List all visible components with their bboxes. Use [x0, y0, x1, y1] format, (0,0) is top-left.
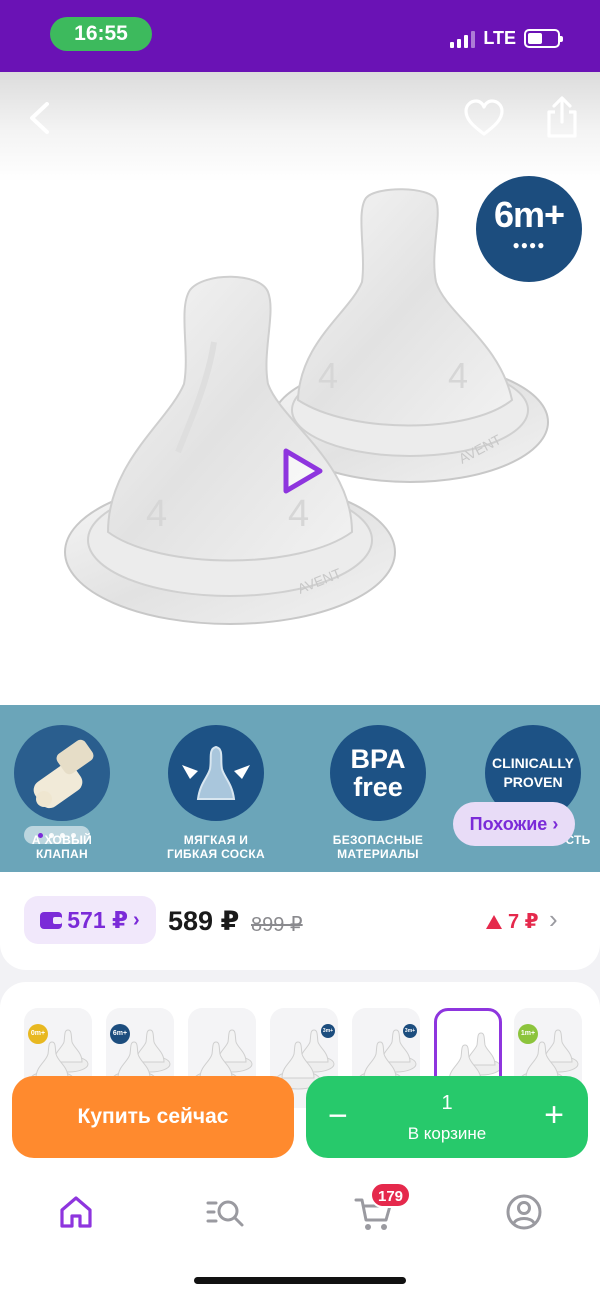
- increase-quantity-button[interactable]: +: [544, 1097, 564, 1133]
- feature-bpa-free: BPA free БЕЗОПАСНЫЕ МАТЕРИАЛЫ: [310, 725, 446, 861]
- home-indicator: [194, 1277, 406, 1284]
- battery-icon: [524, 29, 563, 48]
- wallet-price-button[interactable]: 571 ₽ ›: [24, 896, 156, 944]
- price-change[interactable]: 7 ₽: [486, 909, 539, 934]
- status-indicators: LTE: [450, 28, 563, 49]
- free-text: free: [353, 772, 403, 802]
- page-dot-active: [38, 832, 43, 838]
- page-dot: [49, 832, 54, 838]
- feature-bpa-caption-2: МАТЕРИАЛЫ: [337, 847, 419, 861]
- age-badge-text: 6m+: [493, 194, 565, 235]
- status-bar: 16:55 LTE: [0, 0, 600, 72]
- proven-text: PROVEN: [503, 774, 563, 790]
- page-dot: [60, 832, 65, 838]
- chevron-left-icon[interactable]: [20, 96, 60, 140]
- product-gallery[interactable]: 4 4 AVENT 4 4 AVENT 6m+ ●●●●: [0, 72, 600, 705]
- wallet-arrow-icon: ›: [133, 908, 140, 931]
- triangle-up-icon: [486, 914, 502, 929]
- share-icon[interactable]: [540, 94, 584, 140]
- wallet-price: 571 ₽: [67, 906, 129, 933]
- similar-products-button[interactable]: Похожие ›: [453, 802, 575, 846]
- current-price: 589 ₽: [168, 906, 240, 936]
- nipple-arrows-icon: [182, 745, 250, 800]
- cart-quantity-control: − 1 В корзине +: [306, 1076, 588, 1158]
- buy-now-button[interactable]: Купить сейчас: [12, 1076, 294, 1158]
- chevron-right-icon[interactable]: ›: [549, 904, 558, 935]
- nipple-number-front: 4: [146, 493, 167, 535]
- bpa-text: BPA: [350, 744, 406, 774]
- age-badge: 6m+ ●●●●: [476, 176, 582, 282]
- feature-bpa-caption-1: БЕЗОПАСНЫЕ: [332, 833, 424, 847]
- status-time: 16:55: [50, 17, 152, 51]
- price-change-value: 7 ₽: [508, 911, 539, 933]
- flow-drops-icon: ●●●●: [512, 238, 546, 252]
- wallet-icon: [40, 911, 63, 929]
- feature-valve-image: [14, 725, 110, 821]
- variant-age-badge: 3m+: [321, 1024, 335, 1038]
- catalog-search-icon[interactable]: [202, 1188, 250, 1236]
- nipple-number-front-2: 4: [288, 493, 309, 535]
- valve-bottle-icon: [33, 739, 94, 809]
- variant-age-badge: 1m+: [518, 1024, 538, 1044]
- old-price: 899 ₽: [251, 914, 303, 936]
- feature-soft-caption-1: МЯГКАЯ И: [183, 833, 249, 847]
- profile-icon[interactable]: [500, 1188, 548, 1236]
- features-banner: А ХОВЫЙ КЛАПАН МЯГКАЯ И ГИБКАЯ СОСКА BPA…: [0, 705, 600, 872]
- signal-icon: [450, 30, 476, 48]
- clinically-text: CLINICALLY: [492, 755, 574, 771]
- page-dot: [71, 832, 76, 838]
- bpa-free-badge: BPA free: [330, 725, 426, 821]
- nipple-number-back: 4: [318, 355, 338, 396]
- nipple-number-back-2: 4: [448, 355, 468, 396]
- price-card: 571 ₽ › 589 ₽ 899 ₽ 7 ₽ ›: [0, 872, 600, 970]
- feature-valve-caption-2: КЛАПАН: [35, 847, 88, 861]
- heart-icon[interactable]: [462, 97, 506, 141]
- variant-age-badge: 3m+: [403, 1024, 417, 1038]
- feature-soft-nipple-image: [168, 725, 264, 821]
- home-icon[interactable]: [52, 1188, 100, 1236]
- variant-age-badge: 6m+: [110, 1024, 130, 1044]
- cart-count-badge: 179: [370, 1182, 412, 1208]
- play-icon[interactable]: [280, 446, 326, 496]
- gallery-pagination[interactable]: [24, 826, 90, 844]
- network-type: LTE: [483, 28, 516, 48]
- feature-soft-nipple: МЯГКАЯ И ГИБКАЯ СОСКА: [148, 725, 284, 861]
- variant-age-badge: 0m+: [28, 1024, 48, 1044]
- feature-soft-caption-2: ГИБКАЯ СОСКА: [167, 847, 265, 861]
